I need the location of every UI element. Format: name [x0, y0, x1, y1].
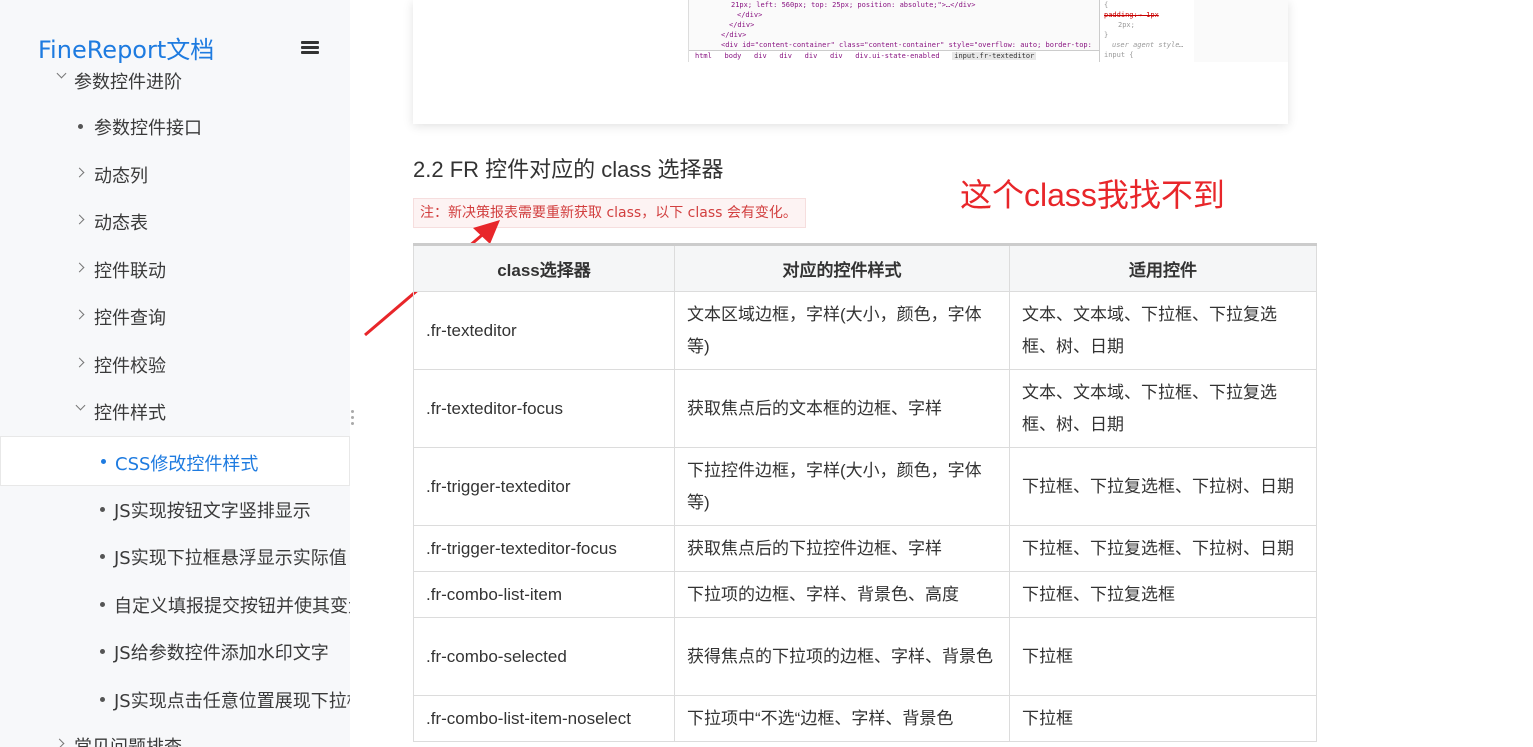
chevron-right-icon: [74, 309, 85, 320]
table-cell: 下拉项中“不选“边框、字样、背景色: [674, 695, 1010, 742]
table-cell: 文本、文本域、下拉框、下拉复选框、树、日期: [1009, 369, 1317, 448]
table-cell: 下拉框、下拉复选框、下拉树、日期: [1009, 447, 1317, 526]
breadcrumb-item: body: [724, 52, 742, 60]
sidebar-item-css-widget-style[interactable]: CSS修改控件样式: [0, 436, 350, 486]
sidebar-item-label: 控件查询: [94, 308, 166, 329]
breadcrumb-item: div.ui-state-enabled: [855, 52, 940, 60]
table-cell: .fr-combo-list-item-noselect: [413, 695, 675, 742]
sidebar-item-label: 参数控件进阶: [74, 72, 182, 93]
style-line: padding:→ 1px: [1104, 11, 1159, 19]
table-row: .fr-trigger-texteditor 下拉控件边框，字样(大小，颜色，字…: [413, 447, 1317, 526]
table-row: .fr-trigger-texteditor-focus 获取焦点后的下拉控件边…: [413, 525, 1317, 572]
breadcrumb-item: div: [829, 52, 843, 60]
style-line: {: [1104, 1, 1109, 9]
table-header-row: class选择器 对应的控件样式 适用控件: [413, 244, 1317, 292]
table-cell: 下拉项的边框、字样、背景色、高度: [674, 571, 1010, 618]
code-line: 21px; left: 560px; top: 25px; position: …: [731, 1, 976, 9]
devtools-screenshot: 21px; left: 560px; top: 25px; position: …: [413, 0, 1288, 124]
sidebar-item-label: 控件联动: [94, 261, 166, 282]
style-line: }: [1104, 31, 1109, 39]
breadcrumb-item: div: [754, 52, 767, 60]
devtools-breadcrumb: html body div div div div div.ui-state-e…: [689, 50, 1099, 62]
column-header: 对应的控件样式: [674, 244, 1010, 292]
bullet-icon: [100, 554, 105, 559]
code-line: </div>: [737, 11, 763, 19]
chevron-right-icon: [74, 262, 85, 273]
sidebar: FineReport文档 参数控件进阶 参数控件接口 动态列 动态表 控件联动 …: [0, 0, 350, 747]
code-line: </div>: [729, 21, 755, 29]
bullet-icon: [100, 602, 105, 607]
section-heading: 2.2 FR 控件对应的 class 选择器: [413, 157, 724, 182]
devtools-panel: 21px; left: 560px; top: 25px; position: …: [688, 0, 1288, 62]
table-cell: .fr-texteditor: [413, 291, 675, 370]
table-row: .fr-combo-selected 获得焦点的下拉项的边框、字样、背景色 下拉…: [413, 617, 1317, 696]
hamburger-menu-icon[interactable]: [301, 41, 319, 55]
sidebar-item-label: 参数控件接口: [94, 118, 202, 139]
sidebar-item-label: 控件校验: [94, 356, 166, 377]
table-cell: 下拉框、下拉复选框、下拉树、日期: [1009, 525, 1317, 572]
table-cell: 文本、文本域、下拉框、下拉复选框、树、日期: [1009, 291, 1317, 370]
breadcrumb-item: div: [779, 52, 792, 60]
table-cell: 获取焦点后的文本框的边框、字样: [674, 369, 1010, 448]
sidebar-item-label: JS实现点击任意位置展现下拉框: [114, 691, 350, 712]
class-selector-table: class选择器 对应的控件样式 适用控件 .fr-texteditor 文本区…: [413, 243, 1317, 742]
column-header: class选择器: [413, 244, 675, 292]
table-cell: 下拉框: [1009, 617, 1317, 696]
table-row: .fr-combo-list-item-noselect 下拉项中“不选“边框、…: [413, 695, 1317, 742]
table-cell: 下拉框: [1009, 695, 1317, 742]
chevron-right-icon: [74, 214, 85, 225]
style-line: 2px;: [1118, 21, 1135, 29]
sidebar-item-label: JS实现按钮文字竖排显示: [114, 501, 311, 522]
chevron-right-icon: [74, 167, 85, 178]
table-cell: 获得焦点的下拉项的边框、字样、背景色: [674, 617, 1010, 696]
breadcrumb-current: input.fr-texteditor: [952, 52, 1037, 60]
bullet-icon: [100, 507, 105, 512]
sidebar-item-label: CSS修改控件样式: [115, 454, 259, 475]
devtools-styles-pane: { padding:→ 1px 2px; } user agent style……: [1099, 0, 1194, 62]
table-row: .fr-combo-list-item 下拉项的边框、字样、背景色、高度 下拉框…: [413, 571, 1317, 618]
table-row: .fr-texteditor 文本区域边框，字样(大小，颜色，字体等) 文本、文…: [413, 291, 1317, 370]
chevron-right-icon: [54, 738, 65, 747]
table-cell: 下拉控件边框，字样(大小，颜色，字体等): [674, 447, 1010, 526]
table-cell: 下拉框、下拉复选框: [1009, 571, 1317, 618]
style-line: user agent style…: [1112, 41, 1184, 49]
sidebar-item-label: 常见问题排查: [74, 733, 182, 747]
sidebar-item-label: 自定义填报提交按钮并使其变大: [114, 596, 350, 617]
chevron-down-icon: [75, 400, 86, 411]
site-logo[interactable]: FineReport文档: [38, 30, 214, 65]
sidebar-item-label: 动态表: [94, 213, 148, 234]
table-cell: .fr-combo-selected: [413, 617, 675, 696]
bullet-icon: [78, 124, 83, 129]
table-row: .fr-texteditor-focus 获取焦点后的文本框的边框、字样 文本、…: [413, 369, 1317, 448]
table-cell: .fr-trigger-texteditor: [413, 447, 675, 526]
sidebar-item-label: JS实现下拉框悬浮显示实际值: [114, 548, 347, 569]
code-line: <div id="content-container" class="conte…: [721, 41, 1092, 49]
bullet-icon: [100, 697, 105, 702]
sidebar-item-label: JS给参数控件添加水印文字: [114, 643, 329, 664]
sidebar-resize-handle[interactable]: [351, 410, 355, 432]
bullet-icon: [101, 459, 106, 464]
breadcrumb-item: div: [804, 52, 818, 60]
breadcrumb-item: html: [695, 52, 712, 60]
code-line: </div>: [721, 31, 747, 39]
sidebar-item-label: 控件样式: [94, 403, 166, 424]
style-line: input {: [1104, 51, 1134, 59]
devtools-code: 21px; left: 560px; top: 25px; position: …: [699, 0, 1099, 50]
table-cell: .fr-texteditor-focus: [413, 369, 675, 448]
annotation-text: 这个class我找不到: [960, 177, 1225, 213]
column-header: 适用控件: [1009, 244, 1317, 292]
chevron-down-icon: [56, 68, 67, 79]
chevron-right-icon: [74, 357, 85, 368]
table-cell: .fr-trigger-texteditor-focus: [413, 525, 675, 572]
sidebar-item-label: 动态列: [94, 166, 148, 187]
table-cell: 获取焦点后的下拉控件边框、字样: [674, 525, 1010, 572]
table-cell: .fr-combo-list-item: [413, 571, 675, 618]
table-cell: 文本区域边框，字样(大小，颜色，字体等): [674, 291, 1010, 370]
bullet-icon: [100, 649, 105, 654]
